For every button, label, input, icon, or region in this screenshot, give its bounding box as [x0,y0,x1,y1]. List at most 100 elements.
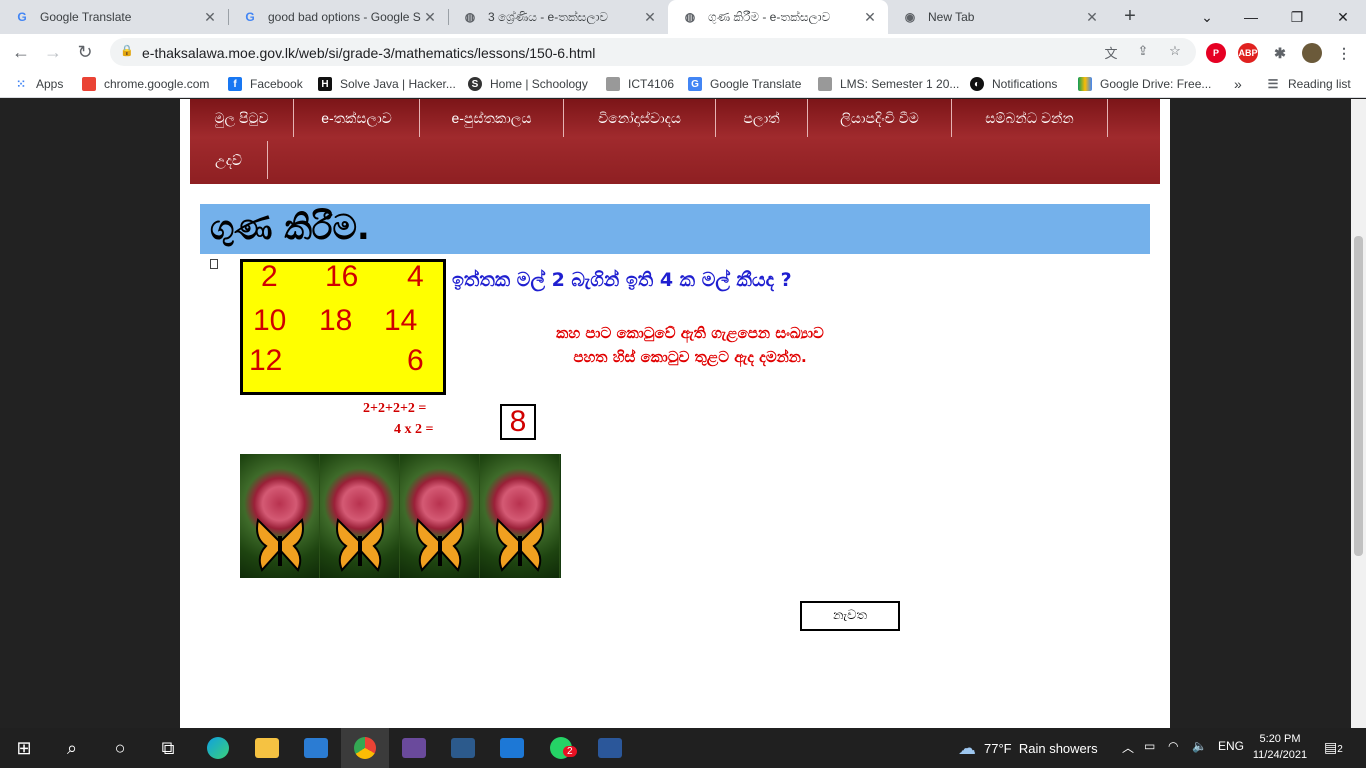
vs-code-icon[interactable] [439,728,487,768]
close-icon[interactable]: ✕ [862,9,878,26]
number-tile[interactable]: 6 [407,344,424,378]
close-icon[interactable]: ✕ [422,9,438,26]
bookmark-google-drive[interactable]: Google Drive: Free... [1078,74,1211,94]
volume-icon[interactable]: 🔈 [1192,739,1207,753]
butterfly-icon [416,518,464,572]
bookmark-apps[interactable]: ⁙ Apps [14,74,63,94]
windows-taskbar: ⊞ ⌕ ○ ⧉ 2 ☁ 77°F Rain showers ︿ ▭ ◠ 🔈 EN… [0,728,1366,768]
bookmark-facebook[interactable]: f Facebook [228,74,303,94]
number-tile[interactable]: 10 [253,304,286,338]
nav-provinces[interactable]: පලාත් [716,99,808,137]
bookmark-google-translate[interactable]: G Google Translate [688,74,801,94]
close-icon[interactable]: ✕ [642,9,658,26]
clock[interactable]: 5:20 PM 11/24/2021 [1248,731,1312,763]
pinterest-icon[interactable]: P [1206,43,1226,63]
number-tile[interactable]: 18 [319,304,352,338]
bookmark-star-icon[interactable]: ☆ [1166,43,1184,61]
extensions-icon[interactable]: ✱ [1270,43,1290,63]
tab-google-translate[interactable]: G Google Translate ✕ [0,0,228,34]
minimize-button[interactable]: — [1228,0,1274,34]
avatar[interactable] [1302,43,1322,63]
edge-icon[interactable] [194,728,242,768]
game-icon[interactable] [390,728,438,768]
wifi-icon[interactable]: ◠ [1168,739,1178,753]
nav-join[interactable]: සම්බන්ධ වන්න [952,99,1108,137]
chrome-taskbar-icon[interactable] [341,728,389,768]
forward-icon[interactable]: → [40,39,66,65]
number-tile[interactable]: 4 [407,260,424,294]
bookmark-hackerrank[interactable]: H Solve Java | Hacker... [318,74,456,94]
nav-e-library[interactable]: e-පුස්තකාලය [420,99,564,137]
site-navigation: මුල පිටුව e-තක්සලාව e-පුස්තකාලය විනෝදාස්… [190,99,1160,184]
adblock-icon[interactable]: ABP [1238,43,1258,63]
back-icon[interactable]: ← [8,39,34,65]
nav-register[interactable]: ලියාපදිංචි වීම [808,99,952,137]
cortana-icon[interactable]: ○ [96,728,144,768]
close-icon[interactable]: ✕ [202,9,218,26]
restore-button[interactable]: ❐ [1274,0,1320,34]
nav-e-thaksalawa[interactable]: e-තක්සලාව [294,99,420,137]
menu-icon[interactable]: ⋮ [1334,43,1354,63]
media-player-icon[interactable] [488,728,536,768]
tab-multiplication[interactable]: ◍ ගුණ කිරීම - e-තක්සලාව ✕ [668,0,888,34]
flower-image [240,454,320,578]
lock-icon[interactable]: 🔒 [120,44,136,60]
bookmark-ict4106[interactable]: ICT4106 [606,74,674,94]
schoology-icon: S [468,77,482,91]
bookmark-notifications[interactable]: ◐ Notifications [970,74,1057,94]
nav-entertainment[interactable]: විනෝදාස්වාදය [564,99,716,137]
multiplication-text: 4 x 2 = [394,422,434,437]
translate-page-icon[interactable]: 文 [1102,43,1120,61]
butterfly-icon [336,518,384,572]
repeated-addition-text: 2+2+2+2 = [363,401,427,416]
tab-new-tab[interactable]: ◉ New Tab ✕ [888,0,1110,34]
number-choices-box: 2 16 4 10 18 14 12 6 [240,259,446,395]
scrollbar-thumb[interactable] [1354,236,1363,556]
more-bookmarks-button[interactable]: » [1234,74,1242,94]
number-tile[interactable]: 16 [325,260,358,294]
chevron-up-icon[interactable]: ︿ [1122,739,1134,756]
mail-icon[interactable] [292,728,340,768]
try-again-button[interactable]: නැවත [800,601,900,631]
battery-icon[interactable]: ▭ [1144,739,1155,753]
notification-center-icon[interactable]: ▤2 [1324,739,1343,756]
search-icon[interactable]: ⌕ [48,728,96,768]
tab-google-search[interactable]: G good bad options - Google S ✕ [228,0,448,34]
reload-icon[interactable]: ↻ [72,39,98,65]
rain-cloud-icon: ☁ [958,737,976,758]
share-icon[interactable]: ⇪ [1134,43,1152,61]
close-icon[interactable]: ✕ [1084,9,1100,26]
windows-start-icon[interactable]: ⊞ [0,728,48,768]
word-icon[interactable] [586,728,634,768]
number-tile[interactable]: 14 [384,304,417,338]
close-window-button[interactable]: ✕ [1320,0,1366,34]
page-scrollbar[interactable] [1351,99,1366,728]
github-icon: ◐ [970,77,984,91]
address-bar[interactable]: 🔒 e-thaksalawa.moe.gov.lk/web/si/grade-3… [110,38,1196,66]
question-text: ඉත්තක මල් 2 බැගින් ඉති 4 ක මල් කීයද ? [452,269,792,291]
page-content: මුල පිටුව e-තක්සලාව e-පුස්තකාලය විනෝදාස්… [180,99,1170,728]
answer-drop-box[interactable]: 8 [500,404,536,440]
butterfly-icon [256,518,304,572]
instruction-text: කහ පාට කොටුවේ ඇති ගැළපෙන සංඛ්‍යාව පහත හි… [556,324,824,366]
bookmark-lms[interactable]: LMS: Semester 1 20... [818,74,959,94]
task-view-icon[interactable]: ⧉ [144,728,192,768]
whatsapp-icon[interactable]: 2 [537,728,585,768]
bookmark-chrome[interactable]: chrome.google.com [82,74,209,94]
globe-icon: ◍ [684,10,696,24]
url-text[interactable]: e-thaksalawa.moe.gov.lk/web/si/grade-3/m… [142,45,595,61]
language-indicator[interactable]: ENG [1218,739,1244,753]
reading-list-button[interactable]: ☰ Reading list [1266,74,1351,94]
tab-search-icon[interactable]: ⌄ [1184,0,1230,34]
whatsapp-badge: 2 [563,746,577,757]
nav-home[interactable]: මුල පිටුව [190,99,294,137]
number-tile[interactable]: 12 [249,344,282,378]
file-explorer-icon[interactable] [243,728,291,768]
weather-widget[interactable]: ☁ 77°F Rain showers [958,728,1098,768]
number-tile[interactable]: 2 [261,260,278,294]
tab-grade-3[interactable]: ◍ 3 ශ්‍රේණිය - e-තක්සලාව ✕ [448,0,668,34]
page-icon [606,77,620,91]
new-tab-button[interactable]: + [1118,5,1142,29]
bookmark-schoology[interactable]: S Home | Schoology [468,74,588,94]
nav-help[interactable]: උදව් [190,141,268,179]
